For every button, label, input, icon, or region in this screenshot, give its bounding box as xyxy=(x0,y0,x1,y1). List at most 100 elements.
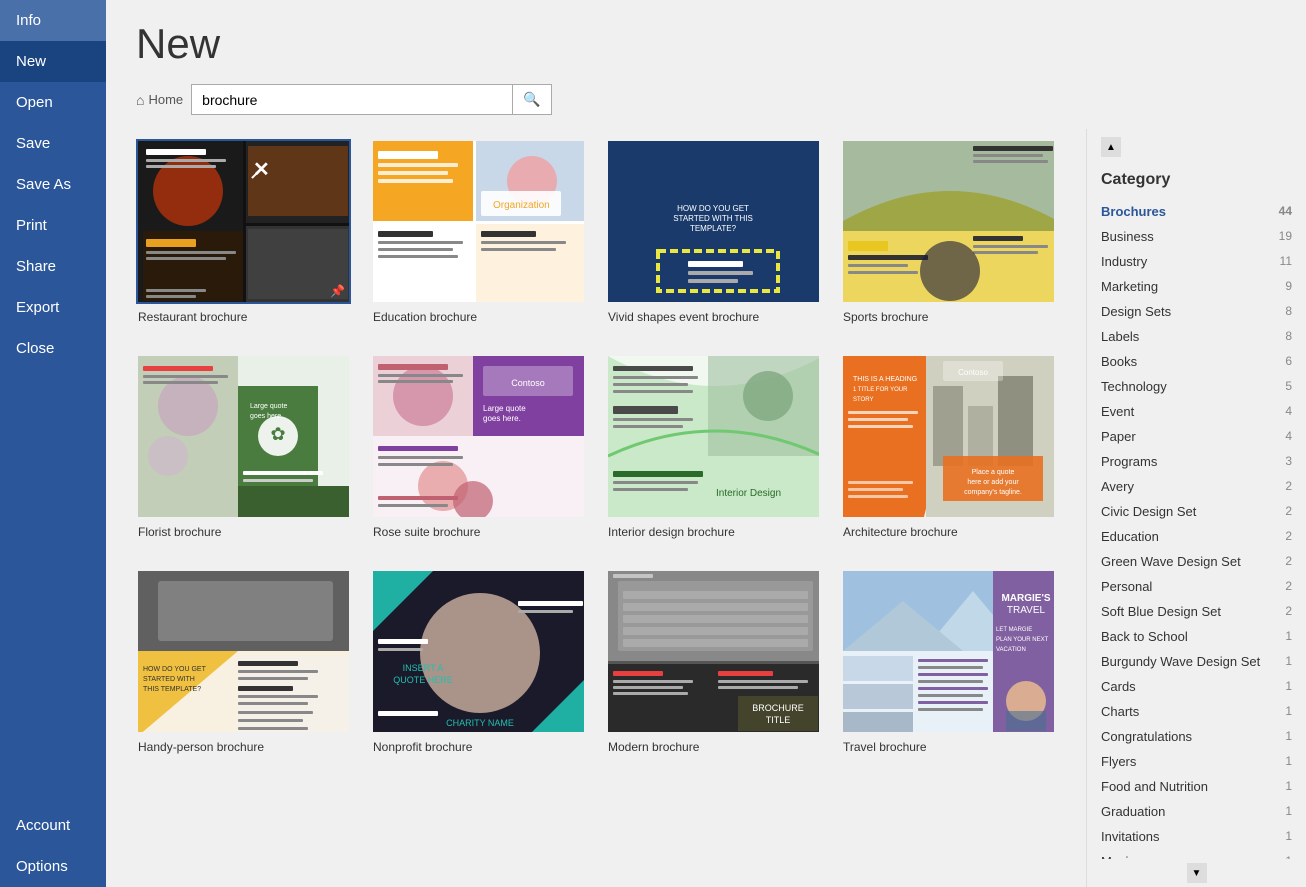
category-count: 1 xyxy=(1285,829,1292,844)
category-count: 2 xyxy=(1285,579,1292,594)
template-thumb-vivid: HOW DO YOU GET STARTED WITH THIS TEMPLAT… xyxy=(606,139,821,304)
template-thumb-travel: MARGIE'S TRAVEL xyxy=(841,569,1056,734)
category-item-invitations[interactable]: Invitations1 xyxy=(1087,824,1306,849)
template-item-architecture[interactable]: Place a quote here or add your company's… xyxy=(841,354,1056,539)
category-count: 3 xyxy=(1285,454,1292,469)
sidebar: Info New Open Save Save As Print Share E… xyxy=(0,0,106,887)
template-thumb-education: Organization xyxy=(371,139,586,304)
template-label-nonprofit: Nonprofit brochure xyxy=(371,740,586,754)
sidebar-item-share[interactable]: Share xyxy=(0,246,106,287)
category-item-burgundy-wave-design-set[interactable]: Burgundy Wave Design Set1 xyxy=(1087,649,1306,674)
category-item-music[interactable]: Music1 xyxy=(1087,849,1306,859)
svg-text:TITLE: TITLE xyxy=(766,715,791,725)
category-count: 8 xyxy=(1285,329,1292,344)
category-item-programs[interactable]: Programs3 xyxy=(1087,449,1306,474)
template-item-vivid[interactable]: HOW DO YOU GET STARTED WITH THIS TEMPLAT… xyxy=(606,139,821,324)
category-item-civic-design-set[interactable]: Civic Design Set2 xyxy=(1087,499,1306,524)
category-item-brochures[interactable]: Brochures44 xyxy=(1087,199,1306,224)
category-item-books[interactable]: Books6 xyxy=(1087,349,1306,374)
category-count: 8 xyxy=(1285,304,1292,319)
category-item-industry[interactable]: Industry11 xyxy=(1087,249,1306,274)
sidebar-item-save-as[interactable]: Save As xyxy=(0,164,106,205)
svg-text:Large quote: Large quote xyxy=(483,404,526,413)
svg-text:goes here.: goes here. xyxy=(483,414,521,423)
scroll-down-button[interactable]: ▼ xyxy=(1187,863,1207,883)
category-count: 4 xyxy=(1285,404,1292,419)
template-label-architecture: Architecture brochure xyxy=(841,525,1056,539)
sidebar-item-open[interactable]: Open xyxy=(0,82,106,123)
scroll-up-button[interactable]: ▲ xyxy=(1101,137,1121,157)
category-item-cards[interactable]: Cards1 xyxy=(1087,674,1306,699)
svg-text:goes here.: goes here. xyxy=(250,413,283,420)
svg-text:THIS IS A HEADING: THIS IS A HEADING xyxy=(853,376,917,383)
template-label-handy: Handy-person brochure xyxy=(136,740,351,754)
template-item-handy[interactable]: HOW DO YOU GET STARTED WITH THIS TEMPLAT… xyxy=(136,569,351,754)
template-label-vivid: Vivid shapes event brochure xyxy=(606,310,821,324)
template-item-rose[interactable]: Contoso Large quote goes here. xyxy=(371,354,586,539)
svg-text:Contoso: Contoso xyxy=(958,368,988,377)
category-item-marketing[interactable]: Marketing9 xyxy=(1087,274,1306,299)
svg-text:CHARITY NAME: CHARITY NAME xyxy=(446,718,514,728)
sidebar-item-account[interactable]: Account xyxy=(0,805,106,846)
svg-text:LET MARGIE: LET MARGIE xyxy=(996,627,1032,633)
sidebar-item-info[interactable]: Info xyxy=(0,0,106,41)
category-item-graduation[interactable]: Graduation1 xyxy=(1087,799,1306,824)
category-item-personal[interactable]: Personal2 xyxy=(1087,574,1306,599)
template-thumb-modern: BROCHURE TITLE xyxy=(606,569,821,734)
category-item-soft-blue-design-set[interactable]: Soft Blue Design Set2 xyxy=(1087,599,1306,624)
category-count: 1 xyxy=(1285,679,1292,694)
template-thumb-architecture: Place a quote here or add your company's… xyxy=(841,354,1056,519)
category-count: 1 xyxy=(1285,754,1292,769)
category-item-education[interactable]: Education2 xyxy=(1087,524,1306,549)
category-item-congratulations[interactable]: Congratulations1 xyxy=(1087,724,1306,749)
template-item-florist[interactable]: ✿ Large quote goes here. Florist xyxy=(136,354,351,539)
category-item-back-to-school[interactable]: Back to School1 xyxy=(1087,624,1306,649)
sidebar-item-print[interactable]: Print xyxy=(0,205,106,246)
sidebar-item-close[interactable]: Close xyxy=(0,328,106,369)
template-item-education[interactable]: Organization Education brochure xyxy=(371,139,586,324)
category-header: Category xyxy=(1087,161,1306,195)
category-count: 1 xyxy=(1285,729,1292,744)
svg-text:TEMPLATE?: TEMPLATE? xyxy=(690,224,737,233)
svg-text:Interior Design: Interior Design xyxy=(716,488,781,499)
home-link[interactable]: ⌂ Home xyxy=(136,92,183,108)
template-item-interior[interactable]: Interior Design Interior design brochure xyxy=(606,354,821,539)
category-item-flyers[interactable]: Flyers1 xyxy=(1087,749,1306,774)
category-list: Brochures44Business19Industry11Marketing… xyxy=(1087,195,1306,859)
category-count: 6 xyxy=(1285,354,1292,369)
category-count: 2 xyxy=(1285,604,1292,619)
category-item-event[interactable]: Event4 xyxy=(1087,399,1306,424)
category-item-avery[interactable]: Avery2 xyxy=(1087,474,1306,499)
home-icon: ⌂ xyxy=(136,92,144,108)
template-item-travel[interactable]: MARGIE'S TRAVEL xyxy=(841,569,1056,754)
svg-text:THIS TEMPLATE?: THIS TEMPLATE? xyxy=(143,686,201,693)
category-item-charts[interactable]: Charts1 xyxy=(1087,699,1306,724)
svg-text:INSERT A: INSERT A xyxy=(403,663,444,673)
category-item-food-and-nutrition[interactable]: Food and Nutrition1 xyxy=(1087,774,1306,799)
template-label-education: Education brochure xyxy=(371,310,586,324)
template-item-restaurant[interactable]: ✕ 📌 Restaurant brochure xyxy=(136,139,351,324)
category-item-paper[interactable]: Paper4 xyxy=(1087,424,1306,449)
search-input[interactable] xyxy=(192,85,512,114)
template-label-restaurant: Restaurant brochure xyxy=(136,310,351,324)
template-item-nonprofit[interactable]: INSERT A QUOTE HERE CHARITY NAME Nonprof… xyxy=(371,569,586,754)
category-item-technology[interactable]: Technology5 xyxy=(1087,374,1306,399)
category-item-labels[interactable]: Labels8 xyxy=(1087,324,1306,349)
main-area: New ⌂ Home 🔍 xyxy=(106,0,1306,887)
category-item-green-wave-design-set[interactable]: Green Wave Design Set2 xyxy=(1087,549,1306,574)
page-title: New xyxy=(136,20,1276,68)
sidebar-item-options[interactable]: Options xyxy=(0,846,106,887)
template-item-modern[interactable]: BROCHURE TITLE Modern brochure xyxy=(606,569,821,754)
sidebar-item-export[interactable]: Export xyxy=(0,287,106,328)
sidebar-item-new[interactable]: New xyxy=(0,41,106,82)
search-button[interactable]: 🔍 xyxy=(512,85,550,114)
category-item-design-sets[interactable]: Design Sets8 xyxy=(1087,299,1306,324)
right-panel: ▲ Category Brochures44Business19Industry… xyxy=(1086,129,1306,887)
sidebar-item-save[interactable]: Save xyxy=(0,123,106,164)
template-item-sports[interactable]: Sports brochure xyxy=(841,139,1056,324)
category-count: 4 xyxy=(1285,429,1292,444)
category-count: 1 xyxy=(1285,779,1292,794)
category-item-business[interactable]: Business19 xyxy=(1087,224,1306,249)
category-count: 1 xyxy=(1285,704,1292,719)
category-count: 2 xyxy=(1285,504,1292,519)
